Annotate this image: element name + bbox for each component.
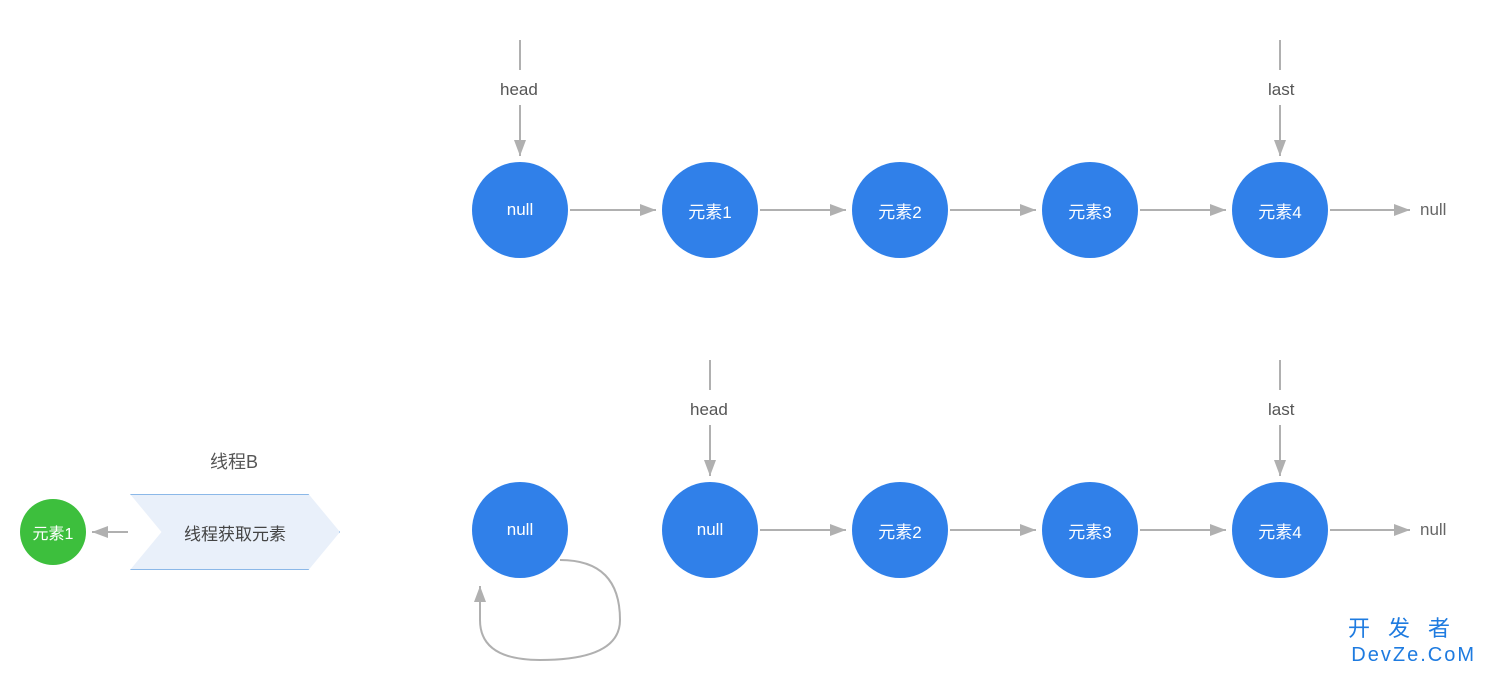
- row1-node-0-text: null: [507, 200, 533, 220]
- row2-node-3-text: 元素4: [1258, 518, 1301, 543]
- row2-detached-node: null: [472, 482, 568, 578]
- last-label-row2: last: [1268, 400, 1294, 420]
- row1-node-4: 元素4: [1232, 162, 1328, 258]
- row2-node-2: 元素3: [1042, 482, 1138, 578]
- row2-node-1: 元素2: [852, 482, 948, 578]
- head-label-row1: head: [500, 80, 538, 100]
- thread-b-action-chevron: 线程获取元素: [130, 494, 340, 570]
- row1-node-1: 元素1: [662, 162, 758, 258]
- row2-node-0-text: null: [697, 520, 723, 540]
- head-label-row2: head: [690, 400, 728, 420]
- row2-node-3: 元素4: [1232, 482, 1328, 578]
- thread-b-result-node: 元素1: [20, 499, 86, 565]
- row2-node-1-text: 元素2: [878, 518, 921, 543]
- row1-node-0: null: [472, 162, 568, 258]
- row1-node-4-text: 元素4: [1258, 198, 1301, 223]
- thread-b-title: 线程B: [210, 448, 258, 474]
- row2-detached-text: null: [507, 520, 533, 540]
- watermark-line2: DevZe.CoM: [1351, 644, 1476, 667]
- row2-node-2-text: 元素3: [1068, 518, 1111, 543]
- row2-tail-null: null: [1420, 520, 1446, 540]
- thread-b-result-text: 元素1: [33, 520, 74, 544]
- row1-tail-null: null: [1420, 200, 1446, 220]
- row1-node-1-text: 元素1: [688, 198, 731, 223]
- thread-b-action-text: 线程获取元素: [184, 520, 286, 545]
- last-label-row1: last: [1268, 80, 1294, 100]
- row2-node-0: null: [662, 482, 758, 578]
- row1-node-2: 元素2: [852, 162, 948, 258]
- row1-node-3-text: 元素3: [1068, 198, 1111, 223]
- row1-node-3: 元素3: [1042, 162, 1138, 258]
- watermark-line1: 开发者: [1348, 611, 1468, 643]
- row1-node-2-text: 元素2: [878, 198, 921, 223]
